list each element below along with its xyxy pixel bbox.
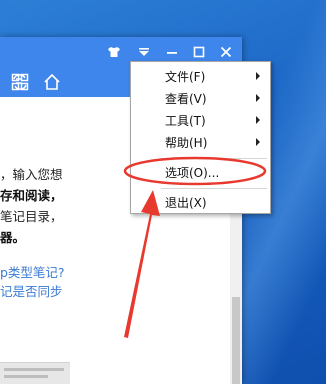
home-icon[interactable] xyxy=(40,69,64,95)
content-line: 存和阅读， xyxy=(0,188,63,203)
submenu-arrow-icon xyxy=(256,116,260,124)
tshirt-icon[interactable] xyxy=(103,37,125,67)
content-link[interactable]: 记是否同步 xyxy=(0,281,63,300)
menu-separator xyxy=(161,188,267,189)
menu-item-label: 查看(V) xyxy=(165,91,207,106)
menu-item-view[interactable]: 查看(V) xyxy=(131,87,270,109)
menu-item-label: 退出(X) xyxy=(165,195,207,210)
menu-item-label: 工具(T) xyxy=(165,113,206,128)
content-line: 器。 xyxy=(0,230,26,245)
screenshot-thumbnail xyxy=(0,362,70,384)
menu-item-help[interactable]: 帮助(H) xyxy=(131,131,270,153)
grid-icon[interactable] xyxy=(8,69,32,95)
submenu-arrow-icon xyxy=(256,138,260,146)
content-line: 笔记目录， xyxy=(0,209,63,224)
menu-item-exit[interactable]: 退出(X) xyxy=(131,191,270,213)
main-menu-dropdown: 文件(F) 查看(V) 工具(T) 帮助(H) 选项(O)... 退出(X) xyxy=(130,61,271,214)
menu-item-label: 文件(F) xyxy=(165,69,206,84)
menu-item-label: 选项(O)... xyxy=(165,165,220,180)
content-line: ，输入您想 xyxy=(0,167,63,182)
menu-item-label: 帮助(H) xyxy=(165,135,208,150)
menu-item-tools[interactable]: 工具(T) xyxy=(131,109,270,131)
menu-item-options[interactable]: 选项(O)... xyxy=(131,161,270,183)
content-link[interactable]: p类型笔记? xyxy=(0,262,65,281)
submenu-arrow-icon xyxy=(256,94,260,102)
scrollbar-thumb[interactable] xyxy=(232,297,240,384)
menu-item-file[interactable]: 文件(F) xyxy=(131,65,270,87)
menu-separator xyxy=(161,158,267,159)
submenu-arrow-icon xyxy=(256,72,260,80)
